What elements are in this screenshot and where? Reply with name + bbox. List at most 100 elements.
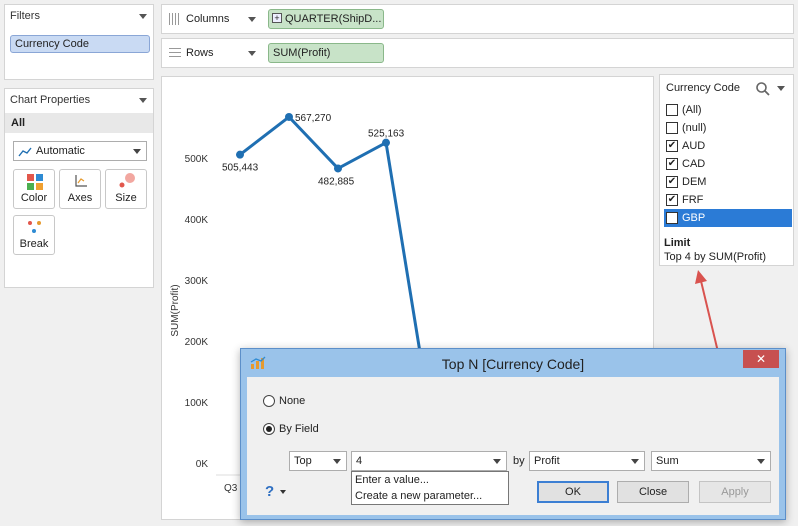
help-menu-icon[interactable] [280,490,286,494]
checkbox-checked[interactable]: ✔ [666,158,678,170]
quick-filter-item-cad[interactable]: ✔ CAD [664,155,792,173]
top-bottom-value: Top [294,455,312,467]
y-tick-label: 300K [185,276,209,287]
chart-properties-header[interactable]: Chart Properties [5,89,153,111]
mark-type-label: Automatic [36,145,85,157]
filter-pill-currency-code[interactable]: Currency Code [10,35,150,53]
columns-pill-quarter[interactable]: + QUARTER(ShipD... [268,9,384,29]
ok-label: OK [565,486,581,498]
chevron-down-icon [757,459,765,464]
help-glyph: ? [265,483,275,500]
checkbox-checked[interactable]: ✔ [666,140,678,152]
filters-title: Filters [10,10,40,22]
quick-filter-item-aud[interactable]: ✔ AUD [664,137,792,155]
quick-filter-item-frf[interactable]: ✔ FRF [664,191,792,209]
columns-pill-label: QUARTER(ShipD... [285,13,382,25]
rows-menu-icon[interactable] [248,51,256,56]
color-icon [27,174,43,190]
line-mark-icon [18,147,32,157]
y-tick-label: 500K [185,154,209,165]
data-label: 525,163 [368,129,405,140]
y-tick-label: 200K [185,337,209,348]
chart-properties-title: Chart Properties [10,94,91,106]
color-card-label: Color [20,192,48,204]
size-card[interactable]: Size [105,169,147,209]
break-icon [28,221,41,233]
checkbox-unchecked[interactable] [666,122,678,134]
quick-filter-item-label: (All) [682,104,702,116]
y-axis-title: SUM(Profit) [170,284,181,336]
data-label: 567,270 [295,113,332,124]
size-icon [119,173,135,188]
by-field-radio[interactable] [263,423,275,435]
chart-properties-menu-icon[interactable] [139,98,147,103]
rows-label: Rows [186,47,214,59]
none-radio[interactable] [263,395,275,407]
data-label: 505,443 [222,163,259,174]
axes-card[interactable]: Axes [59,169,101,209]
data-point[interactable] [236,150,244,159]
columns-menu-icon[interactable] [248,17,256,22]
filters-header[interactable]: Filters [5,5,153,27]
quick-filter-item-label: DEM [682,176,707,188]
chevron-down-icon [133,149,141,154]
break-card[interactable]: Break [13,215,55,255]
search-icon[interactable] [755,81,771,97]
dialog-title: Top N [Currency Code] [441,356,585,372]
aggregation-select[interactable]: Sum [651,451,771,471]
top-bottom-select[interactable]: Top [289,451,347,471]
y-tick-label: 100K [185,398,209,409]
count-combobox[interactable]: 4 [351,451,507,471]
limit-title: Limit [664,237,691,249]
dialog-body: None By Field Top 4 by Profit Sum Enter … [247,377,779,515]
filters-menu-icon[interactable] [139,14,147,19]
chevron-down-icon [333,459,341,464]
top-n-dialog: Top N [Currency Code] ✕ None By Field To… [240,348,786,520]
ok-button[interactable]: OK [537,481,609,503]
data-point[interactable] [334,164,342,173]
quick-filter-item-all[interactable]: (All) [664,101,792,119]
quick-filter-list: (All) (null) ✔ AUD ✔ CAD ✔ DEM ✔ FRF ✔ GBP [660,101,793,227]
field-select[interactable]: Profit [529,451,645,471]
all-tab[interactable]: All [5,113,153,133]
create-parameter-option[interactable]: Create a new parameter... [355,490,482,502]
quick-filter-item-gbp[interactable]: ✔ GBP [664,209,792,227]
checkbox-unchecked[interactable] [666,104,678,116]
chevron-down-icon [631,459,639,464]
currency-quick-filter: Currency Code (All) (null) ✔ AUD ✔ CAD ✔ DEM ✔ FR… [659,74,794,266]
rows-pill-label: SUM(Profit) [273,47,331,59]
enter-value-option[interactable]: Enter a value... [355,474,429,486]
axes-card-label: Axes [67,192,93,204]
dialog-close-button[interactable]: ✕ [743,350,779,368]
rows-pill-sum-profit[interactable]: SUM(Profit) [268,43,384,63]
quick-filter-item-dem[interactable]: ✔ DEM [664,173,792,191]
quick-filter-item-null[interactable]: (null) [664,119,792,137]
data-point[interactable] [285,112,293,121]
quick-filter-menu-icon[interactable] [777,86,785,91]
quick-filter-item-label: CAD [682,158,706,170]
expand-plus-icon[interactable]: + [272,13,282,23]
close-button[interactable]: Close [617,481,689,503]
checkbox-checked[interactable]: ✔ [666,176,678,188]
checkbox-checked[interactable]: ✔ [666,194,678,206]
limit-text: Top 4 by SUM(Profit) [664,251,767,263]
y-tick-label: 0K [196,459,209,470]
help-icon[interactable]: ? [265,483,274,500]
checkbox-checked[interactable]: ✔ [666,212,678,224]
rows-shelf[interactable]: Rows SUM(Profit) [161,38,794,68]
color-card[interactable]: Color [13,169,55,209]
mark-type-select[interactable]: Automatic [13,141,147,161]
columns-shelf[interactable]: Columns + QUARTER(ShipD... [161,4,794,34]
quick-filter-item-label: (null) [682,122,707,134]
axes-icon [75,175,87,187]
quick-filter-title: Currency Code [666,82,740,94]
rows-grip-icon [169,48,181,57]
data-point[interactable] [382,138,390,147]
filters-panel: Filters Currency Code [4,4,154,80]
apply-button[interactable]: Apply [699,481,771,503]
columns-grip-icon [169,13,179,25]
count-dropdown-list: Enter a value... Create a new parameter.… [351,471,509,505]
quick-filter-item-label: AUD [682,140,706,152]
break-card-label: Break [19,238,49,250]
apply-label: Apply [721,486,749,498]
